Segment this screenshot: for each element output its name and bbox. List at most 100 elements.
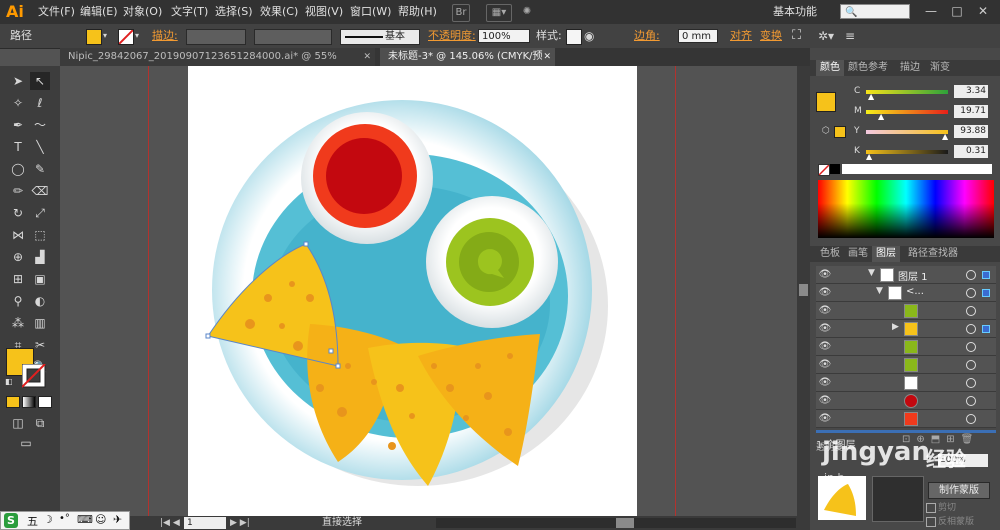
target-circle-icon[interactable] — [966, 414, 976, 424]
white-swatch[interactable] — [842, 164, 992, 174]
ellipse-tool-icon[interactable]: ◯ — [8, 160, 28, 178]
control-panel-menu-icon[interactable]: ≡ — [845, 24, 855, 48]
expand-toggle-icon[interactable]: ▼ — [876, 286, 883, 296]
tool-icon[interactable]: ✈ — [113, 513, 122, 526]
menu-select[interactable]: 选择(S) — [215, 0, 253, 24]
align-link[interactable]: 对齐 — [730, 24, 752, 48]
target-circle-icon[interactable] — [966, 378, 976, 388]
tab-color-guide[interactable]: 颜色参考 — [844, 60, 892, 76]
layer-row[interactable]: 👁 — [816, 338, 996, 356]
tab-stroke[interactable]: 描边 — [896, 60, 924, 76]
horizontal-scrollbar[interactable] — [436, 518, 796, 528]
vertical-scrollbar[interactable] — [797, 66, 810, 516]
black-value[interactable]: 0.31 — [954, 145, 988, 158]
scale-tool-icon[interactable]: ⤢ — [30, 204, 50, 222]
close-icon[interactable]: ✕ — [363, 48, 371, 66]
tab-document-2[interactable]: 未标题-3* @ 145.06% (CMYK/预览) ✕ — [380, 48, 555, 80]
type-tool-icon[interactable]: T — [8, 138, 28, 156]
layer-row[interactable]: 👁 ▼ <... — [816, 284, 996, 302]
draw-behind-icon[interactable]: ⧉ — [30, 414, 50, 432]
layer-row[interactable]: 👁 — [816, 410, 996, 428]
black-slider[interactable] — [866, 150, 948, 154]
lasso-tool-icon[interactable]: ℓ — [30, 94, 50, 112]
visibility-eye-icon[interactable]: 👁 — [818, 267, 832, 282]
magenta-value[interactable]: 19.71 — [954, 105, 988, 118]
anchor-point[interactable] — [303, 241, 309, 247]
tab-brushes[interactable]: 画笔 — [844, 246, 872, 262]
opacity-label[interactable]: 不透明度: — [428, 24, 476, 48]
direct-selection-tool-icon[interactable]: ↖ — [30, 72, 50, 90]
tab-swatches[interactable]: 色板 — [816, 246, 844, 262]
eraser-tool-icon[interactable]: ⌫ — [30, 182, 50, 200]
ime-wubi-icon[interactable]: 五 — [27, 513, 38, 529]
isolate-selected-icon[interactable]: ⛶ — [792, 24, 801, 48]
yellow-value[interactable]: 93.88 — [954, 125, 988, 138]
color-mode-icon[interactable] — [6, 396, 20, 408]
anchor-point[interactable] — [328, 348, 334, 354]
anchor-point[interactable] — [205, 333, 211, 339]
pencil-tool-icon[interactable]: ✏ — [8, 182, 28, 200]
group-name[interactable]: <... — [906, 286, 924, 297]
menu-help[interactable]: 帮助(H) — [398, 0, 437, 24]
minimize-button[interactable]: — — [922, 2, 940, 20]
line-tool-icon[interactable]: ╲ — [30, 138, 50, 156]
curvature-tool-icon[interactable]: 〜 — [30, 116, 50, 134]
menu-type[interactable]: 文字(T) — [171, 0, 208, 24]
visibility-eye-icon[interactable]: 👁 — [818, 375, 832, 390]
cyan-value[interactable]: 3.34 — [954, 85, 988, 98]
selection-indicator[interactable] — [982, 289, 990, 297]
gradient-tool-icon[interactable]: ▣ — [30, 270, 50, 288]
target-circle-icon[interactable] — [966, 270, 976, 280]
width-tool-icon[interactable]: ⋈ — [8, 226, 28, 244]
menu-edit[interactable]: 编辑(E) — [80, 0, 118, 24]
target-circle-icon[interactable] — [966, 324, 976, 334]
ime-logo-icon[interactable]: S — [4, 513, 18, 528]
cyan-slider[interactable] — [866, 90, 948, 94]
recolor-icon[interactable]: ◉ — [584, 24, 594, 48]
tab-pathfinder[interactable]: 路径查找器 — [904, 246, 962, 262]
expand-toggle-icon[interactable]: ▼ — [868, 268, 875, 278]
stroke-dropdown-icon[interactable]: ▾ — [135, 24, 139, 48]
moon-icon[interactable]: ☽ — [43, 513, 53, 526]
workspace-switcher[interactable]: 基本功能 — [773, 0, 817, 24]
artboard-number-field[interactable]: 1 — [184, 517, 226, 529]
black-swatch[interactable] — [830, 164, 840, 174]
yellow-slider[interactable] — [866, 130, 948, 134]
visibility-eye-icon[interactable]: 👁 — [818, 411, 832, 426]
layer-row[interactable]: 👁 ▼ 图层 1 — [816, 266, 996, 284]
menu-object[interactable]: 对象(O) — [123, 0, 162, 24]
gradient-mode-icon[interactable] — [22, 396, 36, 408]
stroke-label[interactable]: 描边: — [152, 24, 178, 48]
symbol-sprayer-tool-icon[interactable]: ⁂ — [8, 314, 28, 332]
layer-row[interactable]: 👁 ▶ — [816, 320, 996, 338]
anchor-point[interactable] — [335, 363, 341, 369]
expand-toggle-icon[interactable]: ▶ — [892, 322, 899, 332]
slider-thumb-icon[interactable]: ▲ — [942, 132, 948, 141]
slider-thumb-icon[interactable]: ▲ — [868, 92, 874, 101]
magic-wand-tool-icon[interactable]: ✧ — [8, 94, 28, 112]
slider-thumb-icon[interactable]: ▲ — [866, 152, 872, 161]
search-input[interactable]: 🔍 — [840, 4, 910, 19]
fill-color-swatch[interactable] — [86, 29, 102, 45]
document-canvas[interactable] — [60, 66, 797, 516]
paintbrush-tool-icon[interactable]: ✎ — [30, 160, 50, 178]
stroke-color-swatch[interactable] — [118, 29, 134, 45]
target-circle-icon[interactable] — [966, 360, 976, 370]
draw-normal-icon[interactable]: ◫ — [8, 414, 28, 432]
blend-tool-icon[interactable]: ◐ — [30, 292, 50, 310]
selection-indicator[interactable] — [982, 271, 990, 279]
tab-document-1[interactable]: Nipic_29842067_20190907123651284000.ai* … — [60, 48, 375, 80]
menu-file[interactable]: 文件(F) — [38, 0, 75, 24]
brush-definition[interactable]: 基本 — [340, 29, 420, 45]
graphic-style-swatch[interactable] — [566, 29, 582, 45]
rotate-tool-icon[interactable]: ↻ — [8, 204, 28, 222]
clip-checkbox[interactable] — [926, 503, 936, 513]
punctuation-icon[interactable]: •° — [59, 513, 70, 524]
visibility-eye-icon[interactable]: 👁 — [818, 285, 832, 300]
close-button[interactable]: ✕ — [974, 2, 992, 20]
artboard-next-icon[interactable]: ▶ ▶| — [230, 517, 250, 529]
tab-gradient[interactable]: 渐变 — [926, 60, 954, 76]
menu-window[interactable]: 窗口(W) — [350, 0, 391, 24]
transform-link[interactable]: 变换 — [760, 24, 782, 48]
none-color-icon[interactable] — [818, 164, 830, 176]
